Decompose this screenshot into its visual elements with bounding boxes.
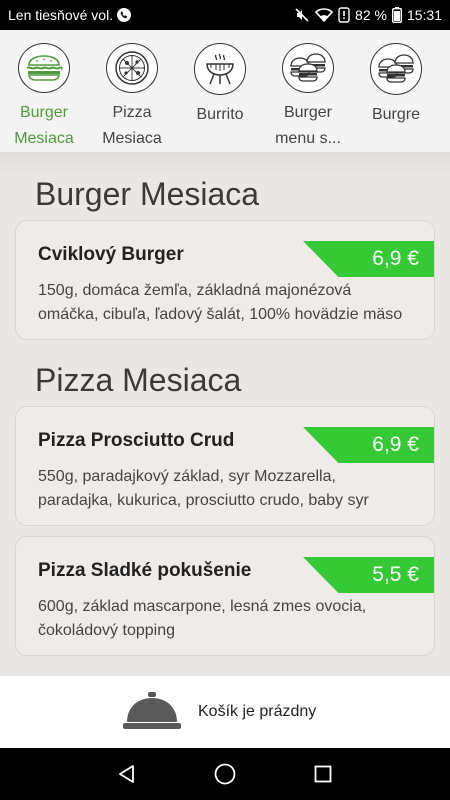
price-badge: 6,9 €	[303, 427, 434, 463]
menu-item-card[interactable]: Cviklový Burger 6,9 € 150g, domáca žemľa…	[15, 220, 435, 340]
category-burger-mesiaca[interactable]: Burger Mesiaca	[0, 30, 88, 152]
category-burgre[interactable]: Burgre	[352, 30, 440, 152]
item-description: 150g, domáca žemľa, základná majonézová …	[38, 282, 403, 323]
category-label: Burrito	[196, 106, 244, 123]
pizza-icon	[106, 43, 158, 93]
cart-status: Košík je prázdny	[198, 703, 317, 720]
item-description: 550g, paradajkový základ, syr Mozzarella…	[38, 468, 369, 509]
section-title: Burger Mesiaca	[35, 176, 260, 212]
category-label: Burger Mesiaca	[14, 104, 74, 147]
category-burrito[interactable]: Burrito	[176, 30, 264, 152]
category-pizza-mesiaca[interactable]: Pizza Mesiaca	[88, 30, 176, 152]
battery-text: 82 %	[355, 7, 387, 23]
grill-icon	[194, 43, 246, 95]
price-badge: 5,5 €	[303, 557, 434, 593]
call-icon	[117, 8, 132, 22]
category-label: Burgre	[371, 106, 421, 123]
category-label: Burger menu s...	[275, 104, 341, 147]
price-badge: 6,9 €	[303, 241, 434, 277]
menu-item-card[interactable]: Pizza Prosciutto Crud 6,9 € 550g, parada…	[15, 406, 435, 526]
burgers-icon	[282, 43, 334, 93]
home-icon[interactable]	[205, 754, 245, 794]
cart-bar[interactable]: Košík je prázdny	[0, 675, 450, 748]
sandwich-icon	[18, 43, 70, 93]
section-title: Pizza Mesiaca	[35, 362, 242, 398]
status-left: Len tiesňové vol.	[8, 7, 132, 23]
category-burger-menu[interactable]: Burger menu s...	[264, 30, 352, 152]
menu-content: Burger Mesiaca Cviklový Burger 6,9 € 150…	[0, 152, 450, 675]
cloche-icon	[123, 691, 181, 733]
item-description: 600g, základ mascarpone, lesná zmes ovoc…	[38, 598, 367, 639]
clock-text: 15:31	[406, 7, 442, 23]
back-icon[interactable]	[107, 754, 147, 794]
wifi-icon	[315, 8, 334, 22]
category-bar: Burger Mesiaca Pizza Mesiaca Burrito Bur…	[0, 30, 450, 152]
recents-icon[interactable]	[303, 754, 343, 794]
burgers-icon	[370, 43, 422, 95]
alert-icon	[338, 7, 350, 23]
mute-icon	[294, 7, 310, 23]
status-right: 82 % 15:31	[294, 7, 442, 23]
menu-item-card[interactable]: Pizza Sladké pokušenie 5,5 € 600g, zákla…	[15, 536, 435, 656]
battery-icon	[391, 7, 402, 23]
carrier-text: Len tiesňové vol.	[8, 7, 114, 23]
status-bar: Len tiesňové vol. 82 % 15:31	[0, 0, 450, 30]
category-label: Pizza Mesiaca	[102, 104, 162, 147]
navigation-bar	[0, 748, 450, 800]
